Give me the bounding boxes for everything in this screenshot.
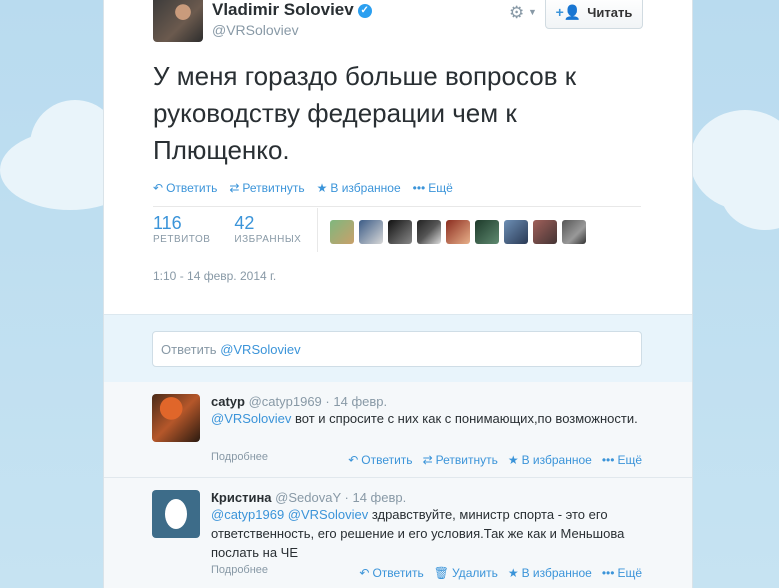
retweets-stat[interactable]: 116 РЕТВИТОВ (153, 212, 210, 245)
retweeter-avatar[interactable] (359, 220, 383, 244)
reply-author-handle[interactable]: @catyp1969 (249, 394, 322, 409)
retweets-count: 116 (153, 213, 182, 233)
reply-item[interactable]: Кристина @SedovaY · 14 февр. @catyp1969 … (104, 478, 692, 588)
reply-text: @catyp1969 @VRSoloviev здравствуйте, мин… (211, 505, 641, 562)
reply-button[interactable]: ↶ Ответить (153, 181, 217, 195)
retweet-button[interactable]: ⇄ Ретвитнуть (229, 181, 304, 195)
author-name[interactable]: Vladimir Soloviev (212, 0, 354, 19)
reply-date[interactable]: 14 февр. (352, 490, 406, 505)
tweet-timestamp[interactable]: 1:10 - 14 февр. 2014 г. (153, 269, 276, 283)
reply-avatar[interactable] (152, 490, 200, 538)
reply-author-name[interactable]: catyp (211, 394, 245, 409)
more-dots-icon: ••• (601, 566, 615, 580)
delete-button[interactable]: 🗑 Удалить (434, 566, 498, 580)
more-button[interactable]: ••• Ещё (602, 566, 642, 580)
tweet-stats: 116 РЕТВИТОВ 42 ИЗБРАННЫХ (153, 212, 325, 245)
stats-divider (317, 208, 318, 252)
reply-area: Ответить @VRSoloviev (104, 314, 692, 384)
reply-mentions[interactable]: @VRSoloviev (211, 411, 291, 426)
retweets-label: РЕТВИТОВ (153, 234, 211, 245)
reply-actions: ↶ Ответить 🗑 Удалить ★ В избранное ••• Ещё (359, 566, 642, 580)
retweeter-avatar[interactable] (446, 220, 470, 244)
retweet-icon: ⇄ (422, 453, 433, 467)
reply-expand-link[interactable]: Подробнее (211, 451, 268, 463)
reply-body: вот и спросите с них как с понимающих,по… (291, 411, 638, 426)
reply-text: @VRSoloviev вот и спросите с них как с п… (211, 409, 641, 428)
more-button[interactable]: ••• Ещё (413, 181, 453, 195)
retweeter-avatar[interactable] (388, 220, 412, 244)
favorite-button[interactable]: ★ В избранное (508, 453, 592, 467)
reply-header: catyp @catyp1969 · 14 февр. (211, 394, 387, 409)
divider (153, 206, 641, 207)
reply-icon: ↶ (359, 566, 370, 580)
reply-expand-link[interactable]: Подробнее (211, 564, 268, 576)
reply-icon: ↶ (153, 181, 164, 195)
reply-mentions[interactable]: @catyp1969 @VRSoloviev (211, 507, 368, 522)
favorites-count: 42 (234, 213, 255, 233)
reply-actions: ↶ Ответить ⇄ Ретвитнуть ★ В избранное ••• Ещ… (348, 453, 642, 467)
reply-item[interactable]: catyp @catyp1969 · 14 февр. @VRSoloviev … (104, 382, 692, 478)
more-dots-icon: ••• (412, 181, 426, 195)
retweet-icon: ⇄ (229, 181, 240, 195)
author-avatar[interactable] (153, 0, 203, 42)
reply-author-name[interactable]: Кристина (211, 490, 272, 505)
retweeter-avatars (330, 220, 586, 244)
retweeter-avatar[interactable] (504, 220, 528, 244)
author-handle[interactable]: @VRSoloviev (212, 22, 299, 38)
reply-placeholder-mention: @VRSoloviev (220, 341, 301, 357)
favorite-button[interactable]: ★ В избранное (508, 566, 592, 580)
follow-label: Читать (587, 5, 633, 20)
star-icon: ★ (507, 453, 519, 467)
follow-button[interactable]: +👤 Читать (545, 0, 643, 29)
follow-person-icon: +👤 (555, 4, 582, 20)
reply-author-handle[interactable]: @SedovaY (275, 490, 341, 505)
retweeter-avatar[interactable] (330, 220, 354, 244)
more-dots-icon: ••• (601, 453, 615, 467)
author-name-row[interactable]: Vladimir Soloviev ✓ (212, 0, 372, 20)
retweet-button[interactable]: ⇄ Ретвитнуть (423, 453, 498, 467)
reply-button[interactable]: ↶ Ответить (348, 453, 412, 467)
gear-icon[interactable]: ⚙ (509, 3, 524, 23)
reply-date[interactable]: 14 февр. (333, 394, 387, 409)
egg-avatar-icon (165, 499, 187, 529)
tweet-actions: ↶ Ответить ⇄ Ретвитнуть ★ В избранное ••• Ещ… (153, 181, 453, 195)
more-button[interactable]: ••• Ещё (602, 453, 642, 467)
star-icon: ★ (507, 566, 519, 580)
reply-icon: ↶ (348, 453, 359, 467)
reply-input[interactable]: Ответить @VRSoloviev (152, 331, 642, 367)
favorites-stat[interactable]: 42 ИЗБРАННЫХ (234, 212, 301, 245)
retweeter-avatar[interactable] (475, 220, 499, 244)
star-icon: ★ (316, 181, 328, 195)
reply-header: Кристина @SedovaY · 14 февр. (211, 490, 406, 505)
tweet-text: У меня гораздо больше вопросов к руковод… (153, 61, 577, 165)
trash-icon: 🗑 (433, 566, 449, 580)
chevron-down-icon[interactable]: ▼ (528, 7, 537, 17)
reply-avatar[interactable] (152, 394, 200, 442)
verified-badge-icon: ✓ (357, 4, 372, 18)
retweeter-avatar[interactable] (533, 220, 557, 244)
reply-button[interactable]: ↶ Ответить (359, 566, 423, 580)
retweeter-avatar[interactable] (417, 220, 441, 244)
retweeter-avatar[interactable] (562, 220, 586, 244)
favorite-button[interactable]: ★ В избранное (317, 181, 401, 195)
tweet-card: Vladimir Soloviev ✓ @VRSoloviev ⚙ ▼ +👤 Чи… (103, 0, 693, 588)
favorites-label: ИЗБРАННЫХ (234, 234, 302, 245)
reply-placeholder-prefix: Ответить (161, 341, 221, 357)
